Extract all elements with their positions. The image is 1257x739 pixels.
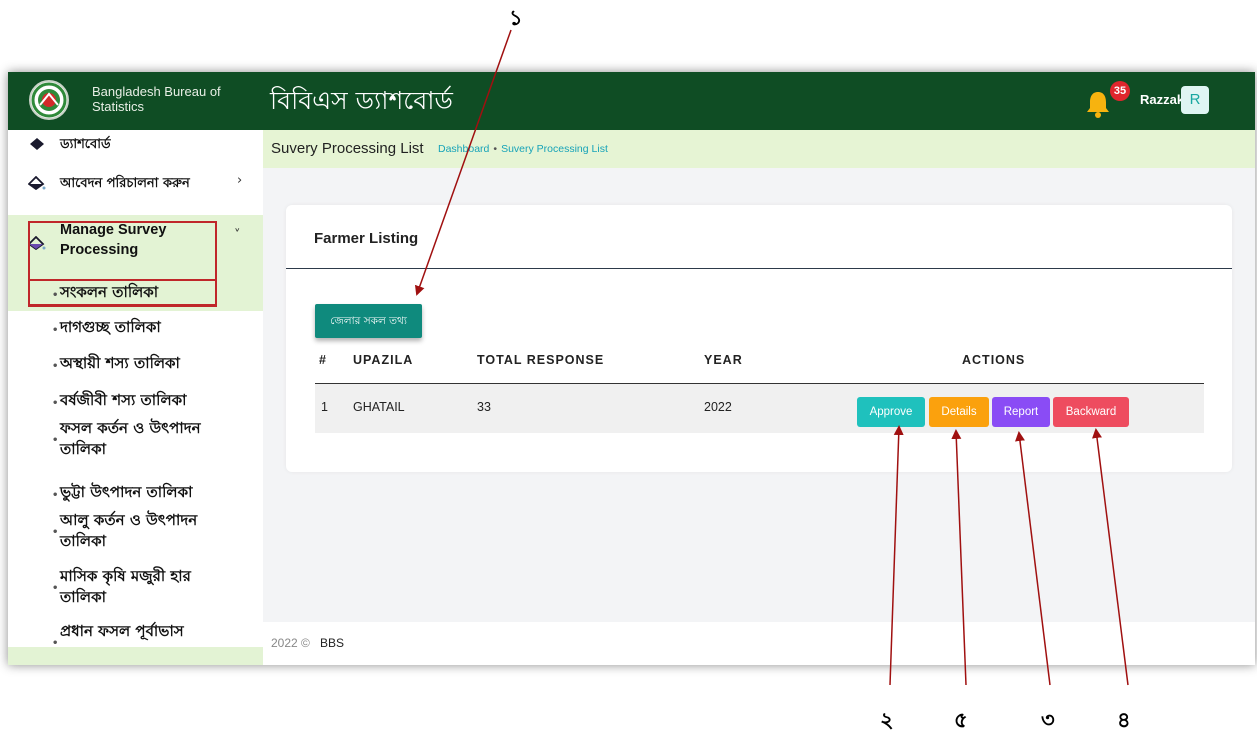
annotation-label: ২ (880, 708, 894, 732)
annotation-label: ৩ (1041, 708, 1055, 732)
arrow-3 (1015, 431, 1051, 686)
annotation-arrows (414, 29, 1129, 686)
arrow-5 (951, 429, 967, 686)
annotation-label: ৫ (954, 708, 968, 732)
annotation-label: ৪ (1117, 708, 1131, 732)
arrow-2 (889, 425, 904, 686)
arrow-1 (414, 29, 512, 296)
arrow-4 (1092, 428, 1129, 686)
annotation-label: ১ (509, 6, 523, 30)
